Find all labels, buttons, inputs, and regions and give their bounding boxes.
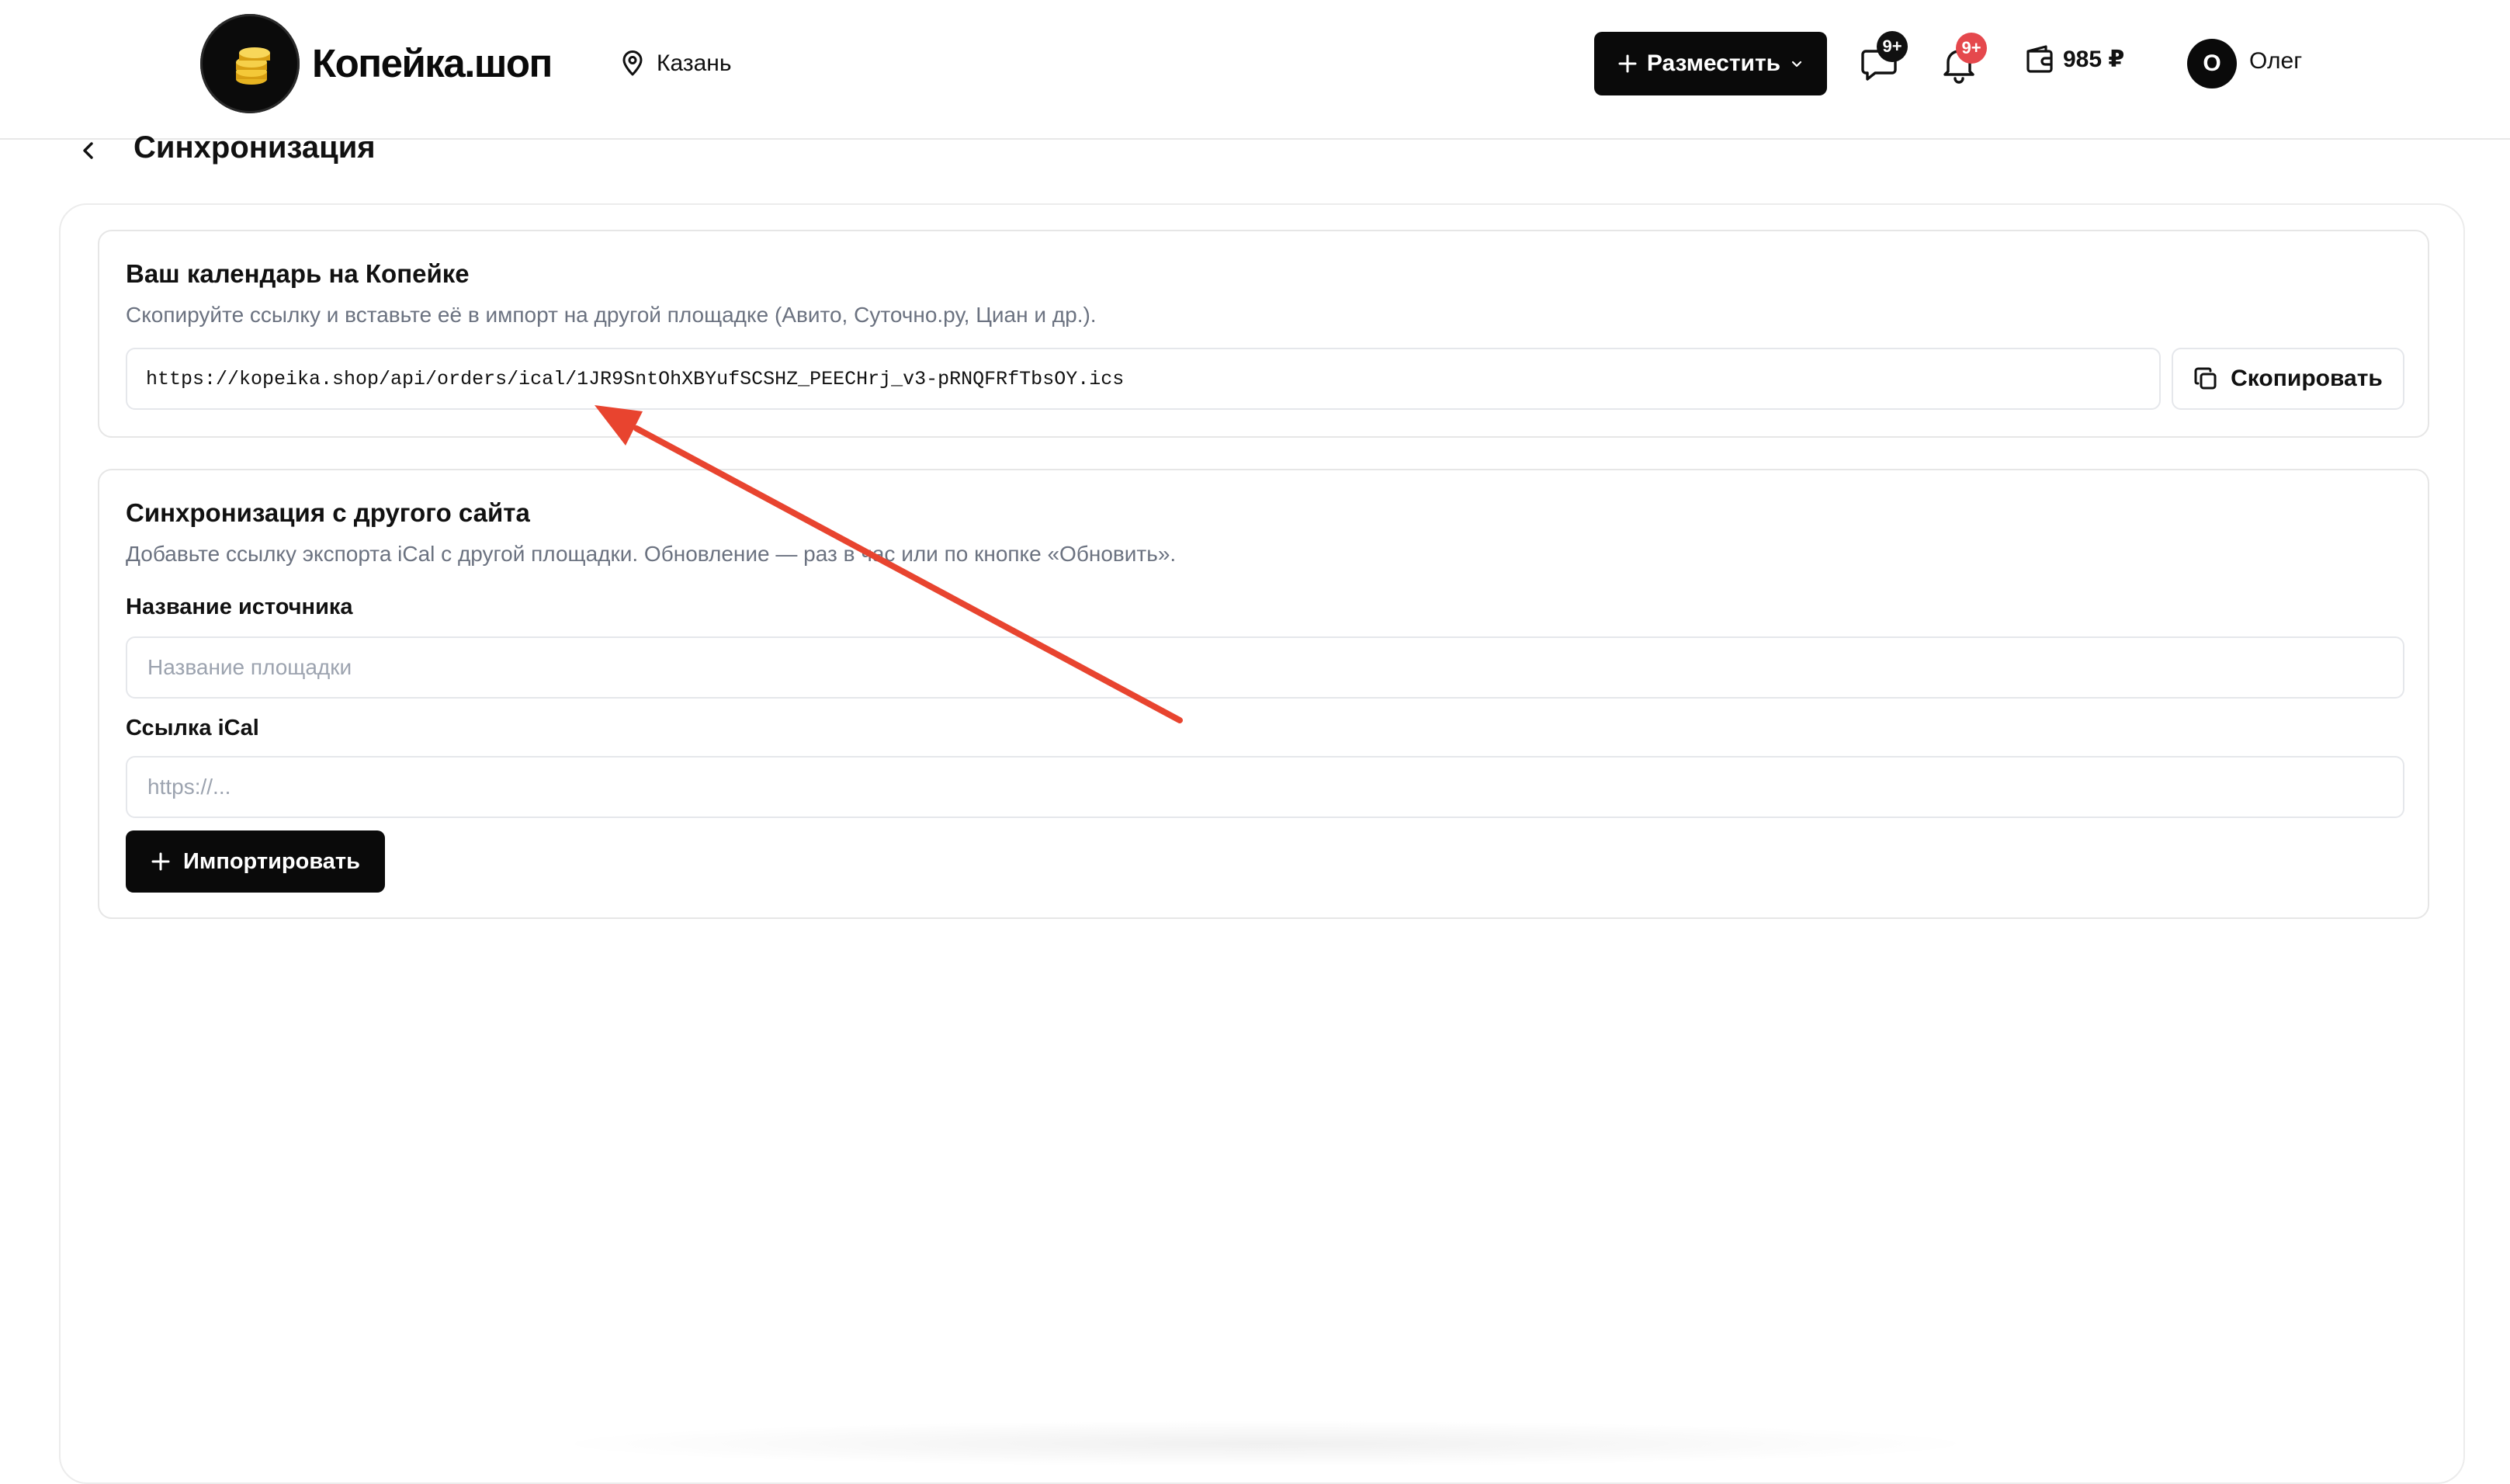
balance-label: 985 ₽	[2063, 46, 2125, 72]
back-button[interactable]	[73, 133, 104, 168]
source-name-input[interactable]	[146, 654, 2384, 681]
import-button[interactable]: Импортировать	[126, 830, 385, 893]
copy-button-label: Скопировать	[2231, 366, 2383, 391]
top-header: Копейка.шоп Казань Разместить 9+ 9+ 985 …	[0, 0, 2510, 140]
notifications-button[interactable]: 9+	[1937, 33, 1987, 85]
export-calendar-card: Ваш календарь на Копейке Скопируйте ссыл…	[98, 230, 2429, 438]
logo[interactable]	[200, 14, 300, 113]
copy-icon	[2194, 367, 2217, 390]
import-button-label: Импортировать	[183, 848, 360, 874]
messages-badge: 9+	[1877, 31, 1908, 62]
page-title: Синхронизация	[133, 130, 376, 165]
ical-url-value: https://kopeika.shop/api/orders/ical/1JR…	[146, 367, 1125, 390]
plus-icon	[151, 852, 170, 871]
ical-link-label: Ссылка iCal	[126, 716, 259, 740]
export-card-title: Ваш календарь на Копейке	[126, 259, 470, 288]
copy-button[interactable]: Скопировать	[2172, 348, 2404, 410]
import-sync-card: Синхронизация с другого сайта Добавьте с…	[98, 469, 2429, 919]
coin-stack-icon	[236, 47, 270, 85]
bottom-shadow	[543, 1420, 1987, 1467]
ical-url-field[interactable]: https://kopeika.shop/api/orders/ical/1JR…	[126, 348, 2161, 410]
plus-icon	[1618, 54, 1637, 73]
messages-button[interactable]: 9+	[1858, 31, 1908, 85]
avatar[interactable]: О	[2187, 39, 2237, 88]
chevron-left-icon	[83, 142, 93, 159]
ical-link-field[interactable]	[126, 756, 2404, 818]
notifications-badge: 9+	[1956, 33, 1987, 64]
wallet-icon	[2026, 45, 2053, 73]
map-pin-icon	[622, 50, 643, 76]
user-name[interactable]: Олег	[2249, 48, 2302, 75]
import-card-description: Добавьте ссылку экспорта iCal с другой п…	[126, 542, 1177, 566]
source-name-label: Название источника	[126, 595, 353, 619]
import-card-title: Синхронизация с другого сайта	[126, 498, 530, 527]
chevron-down-icon	[1792, 61, 1802, 68]
city-label: Казань	[657, 50, 732, 76]
source-name-field[interactable]	[126, 636, 2404, 699]
place-listing-button[interactable]: Разместить	[1594, 32, 1827, 95]
wallet-balance[interactable]: 985 ₽	[2024, 43, 2124, 75]
place-listing-label: Разместить	[1646, 50, 1781, 76]
city-selector[interactable]: Казань	[621, 47, 731, 81]
ical-link-input[interactable]	[146, 774, 2384, 800]
brand-name[interactable]: Копейка.шоп	[312, 40, 553, 87]
export-card-description: Скопируйте ссылку и вставьте её в импорт…	[126, 303, 1097, 327]
